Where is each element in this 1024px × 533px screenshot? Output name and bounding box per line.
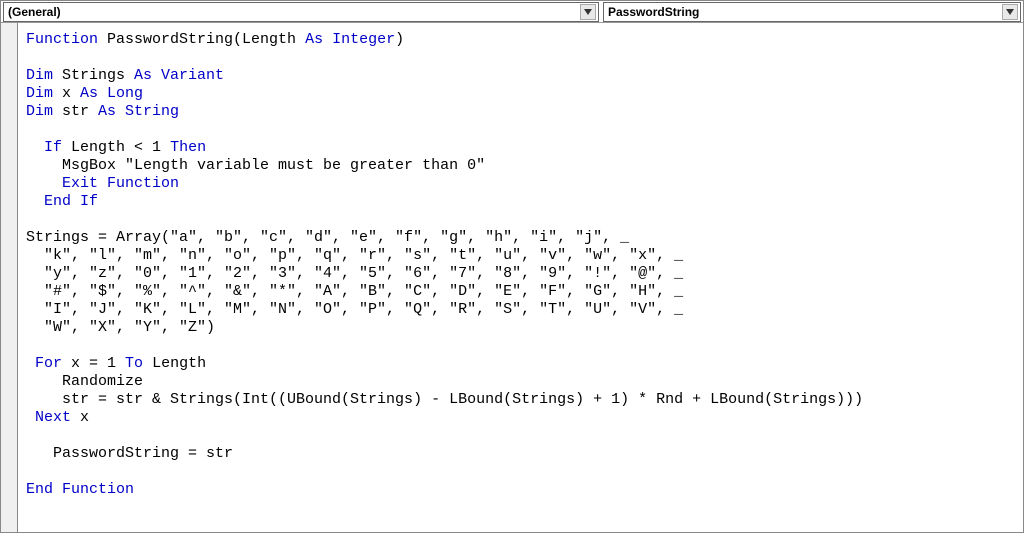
editor-area: Function PasswordString(Length As Intege… — [1, 23, 1023, 532]
editor-gutter — [1, 23, 18, 532]
chevron-down-icon — [580, 4, 596, 20]
dropdown-row: (General) PasswordString — [1, 1, 1023, 23]
procedure-dropdown[interactable]: PasswordString — [603, 2, 1021, 22]
chevron-down-icon — [1002, 4, 1018, 20]
object-dropdown-label: (General) — [8, 5, 61, 19]
procedure-dropdown-label: PasswordString — [608, 5, 699, 19]
object-dropdown[interactable]: (General) — [3, 2, 599, 22]
code-pane[interactable]: Function PasswordString(Length As Intege… — [18, 23, 1023, 532]
code-content: Function PasswordString(Length As Intege… — [26, 31, 1023, 499]
